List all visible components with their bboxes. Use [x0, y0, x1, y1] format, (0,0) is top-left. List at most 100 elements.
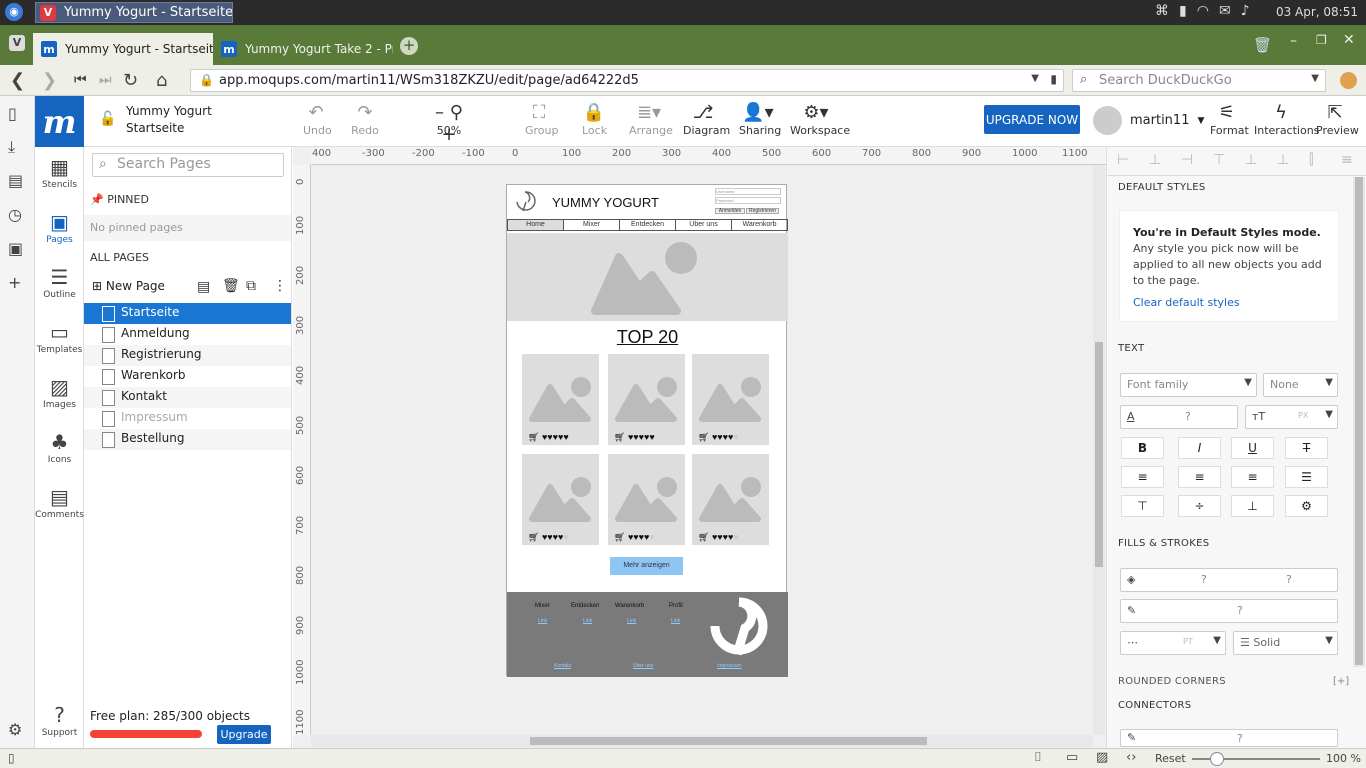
image-icon[interactable]: ▨: [1096, 750, 1108, 765]
upgrade-button[interactable]: Upgrade: [217, 725, 271, 744]
fast-forward-icon[interactable]: ⏭: [99, 72, 112, 88]
page-item-kontakt[interactable]: Kontakt: [84, 387, 291, 408]
page-item-startseite[interactable]: Startseite: [84, 303, 291, 324]
user-menu[interactable]: martin11 ▼: [1093, 106, 1204, 135]
forward-icon[interactable]: ❯: [42, 70, 57, 91]
valign-top-icon[interactable]: ⊤: [1121, 495, 1164, 517]
volume-icon[interactable]: ♪: [1241, 3, 1250, 19]
group-button[interactable]: ⛶ Group: [525, 102, 559, 137]
page-item-anmeldung[interactable]: Anmeldung: [84, 324, 291, 345]
scroll-thumb[interactable]: [530, 737, 927, 745]
url-field[interactable]: 🔒 app.moqups.com/martin11/WSm318ZKZU/edi…: [190, 69, 1064, 92]
scroll-thumb[interactable]: [1095, 342, 1103, 567]
strikethrough-button[interactable]: T: [1285, 437, 1328, 459]
tab-yummy-yogurt-take-2[interactable]: m Yummy Yogurt Take 2 - Prod: [213, 33, 393, 65]
canvas-horizontal-scrollbar[interactable]: [311, 735, 1093, 747]
wifi-icon[interactable]: ◠: [1197, 3, 1209, 19]
notes-icon[interactable]: ▤: [8, 171, 23, 190]
format-button[interactable]: ⚟ Format: [1210, 102, 1249, 137]
clock[interactable]: 03 Apr, 08:51: [1276, 5, 1358, 19]
rounded-corners-title[interactable]: ROUNDED CORNERS: [1118, 676, 1226, 687]
zoom-slider[interactable]: [1192, 752, 1320, 766]
valign-middle-icon[interactable]: ÷: [1178, 495, 1221, 517]
duplicate-icon[interactable]: ⧉: [246, 278, 256, 294]
preview-button[interactable]: ⇱ Preview: [1316, 102, 1359, 137]
network-icon[interactable]: ⌘: [1155, 3, 1169, 19]
arrange-button[interactable]: ≣▾ Arrange: [629, 102, 673, 137]
page-item-registrierung[interactable]: Registrierung: [84, 345, 291, 366]
workspace-button[interactable]: ⚙▾ Workspace: [790, 102, 850, 137]
search-engine-dropdown-icon[interactable]: ▼: [1311, 73, 1319, 84]
redo-button[interactable]: ↷ Redo: [351, 102, 379, 137]
canvas-vertical-scrollbar[interactable]: [1093, 165, 1105, 735]
stroke-color-field[interactable]: ✎ ?: [1120, 599, 1338, 623]
home-icon[interactable]: ⌂: [156, 70, 167, 91]
justify-text-icon[interactable]: ☰: [1285, 466, 1328, 488]
search-field[interactable]: ⌕ Search DuckDuckGo ▼: [1072, 69, 1326, 92]
tab-yummy-yogurt-startseite[interactable]: m Yummy Yogurt - Startseite ·: [33, 33, 213, 65]
lock-button[interactable]: 🔒 Lock: [582, 102, 607, 137]
rail-templates[interactable]: ▭ Templates: [35, 319, 84, 355]
distribute-vertical-icon[interactable]: ≡: [1341, 152, 1353, 168]
more-options-icon[interactable]: ⋮: [273, 278, 287, 294]
reset-zoom[interactable]: Reset: [1155, 752, 1186, 765]
settings-gear-icon[interactable]: ⚙: [8, 720, 22, 739]
window-panel-icon[interactable]: ▣: [8, 239, 23, 258]
delete-icon[interactable]: 🗑: [222, 278, 240, 294]
trash-tabs-icon[interactable]: 🗑: [1253, 36, 1272, 54]
new-tab-icon[interactable]: +: [400, 37, 418, 55]
back-icon[interactable]: ❮: [10, 70, 25, 91]
align-center-icon[interactable]: ⊥: [1149, 152, 1161, 168]
stroke-width-field[interactable]: ⋯ PT ▼: [1120, 631, 1226, 655]
maximize-icon[interactable]: ❐: [1316, 33, 1327, 47]
moqups-logo[interactable]: m: [35, 96, 84, 147]
battery-icon[interactable]: ▮: [1179, 3, 1187, 19]
reload-icon[interactable]: ↻: [123, 70, 138, 91]
sharing-button[interactable]: 👤▾ Sharing: [739, 102, 781, 137]
interactions-button[interactable]: ϟ Interactions: [1254, 102, 1319, 137]
rail-support[interactable]: ? Support: [35, 702, 84, 738]
align-right-icon[interactable]: ⊣: [1181, 152, 1193, 168]
vivaldi-menu-icon[interactable]: V: [9, 35, 25, 51]
bold-button[interactable]: B: [1121, 437, 1164, 459]
connector-field[interactable]: ✎ ?: [1120, 729, 1338, 747]
font-family-select[interactable]: Font family ▼: [1120, 373, 1257, 397]
panel-toggle-icon[interactable]: ▯: [8, 751, 15, 765]
bookmarks-icon[interactable]: ▯: [8, 104, 17, 123]
os-menu-icon[interactable]: ◉: [5, 3, 23, 21]
add-panel-icon[interactable]: +: [8, 273, 21, 292]
valign-bottom-icon[interactable]: ⊥: [1231, 495, 1274, 517]
close-window-icon[interactable]: ✕: [1343, 32, 1355, 48]
rail-stencils[interactable]: ▦ Stencils: [35, 154, 84, 190]
zoom-control[interactable]: – ⚲ +50%: [425, 102, 473, 145]
distribute-horizontal-icon[interactable]: ⫿: [1309, 152, 1313, 168]
taskbar-window[interactable]: V Yummy Yogurt - Startseite · ...: [35, 2, 233, 23]
zoom-slider-handle[interactable]: [1210, 752, 1224, 766]
font-style-select[interactable]: None ▼: [1263, 373, 1338, 397]
extension-icon[interactable]: [1340, 72, 1357, 89]
new-page-button[interactable]: ⊞ New Page: [92, 279, 165, 293]
rail-pages[interactable]: ▣ Pages: [35, 209, 84, 245]
history-icon[interactable]: ◷: [8, 205, 22, 224]
project-lock-icon[interactable]: 🔓: [99, 111, 116, 127]
project-title[interactable]: Yummy Yogurt Startseite: [126, 103, 212, 137]
rewind-icon[interactable]: ⏮: [74, 72, 87, 88]
align-text-left-icon[interactable]: ≡: [1121, 466, 1164, 488]
screenshot-icon[interactable]: ⌷: [1034, 750, 1042, 765]
diagram-button[interactable]: ⎇ Diagram: [683, 102, 730, 137]
panel-scrollbar[interactable]: [1353, 177, 1365, 667]
rail-images[interactable]: ▨ Images: [35, 374, 84, 410]
rail-comments[interactable]: ▤ Comments: [35, 484, 84, 520]
mail-icon[interactable]: ✉: [1219, 3, 1231, 19]
stroke-style-select[interactable]: ☰ Solid ▼: [1233, 631, 1338, 655]
align-bottom-icon[interactable]: ⊥: [1277, 152, 1289, 168]
align-left-icon[interactable]: ⊢: [1117, 152, 1129, 168]
url-dropdown-icon[interactable]: ▼: [1031, 73, 1039, 84]
code-icon[interactable]: ‹›: [1126, 750, 1136, 765]
page-item-impressum[interactable]: Impressum: [84, 408, 291, 429]
search-pages-input[interactable]: ⌕ Search Pages: [92, 153, 284, 177]
text-color-field[interactable]: A ?: [1120, 405, 1238, 429]
align-top-icon[interactable]: ⊤: [1213, 152, 1225, 168]
mockup-page[interactable]: YUMMY YOGURT Username Password Anmelden …: [506, 184, 788, 677]
clear-default-styles-link[interactable]: Clear default styles: [1133, 295, 1325, 311]
